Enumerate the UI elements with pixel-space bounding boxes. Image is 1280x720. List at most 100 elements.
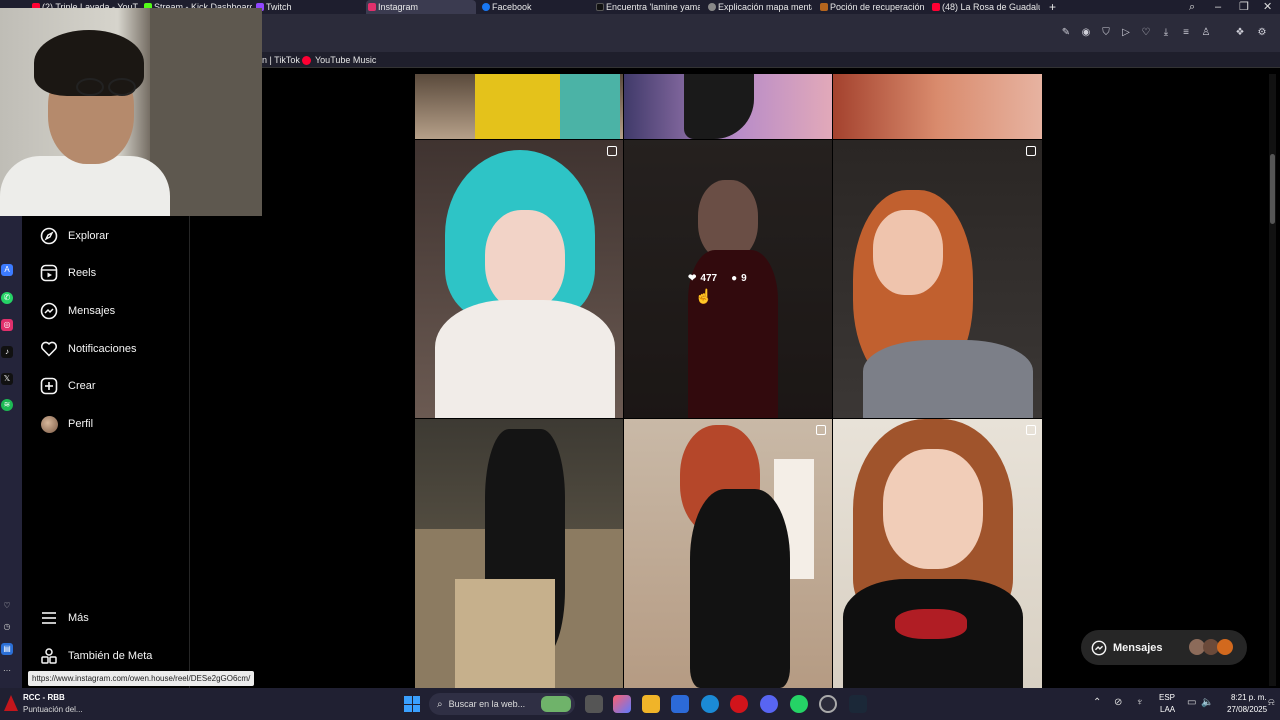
grid-post[interactable] bbox=[833, 419, 1042, 688]
grid-post[interactable] bbox=[624, 419, 832, 688]
link-status-url: https://www.instagram.com/owen.house/ree… bbox=[28, 671, 255, 686]
search-highlight-image bbox=[541, 696, 571, 712]
grid-post[interactable] bbox=[415, 419, 623, 688]
whatsapp-icon[interactable]: ✆ bbox=[1, 292, 13, 304]
task-view-icon[interactable] bbox=[585, 695, 603, 713]
grid-post[interactable] bbox=[624, 74, 832, 139]
tab-pocion[interactable]: Poción de recuperación d bbox=[818, 0, 924, 14]
copilot-icon[interactable] bbox=[613, 695, 631, 713]
search-icon: ⌕ bbox=[437, 698, 443, 710]
clock-date[interactable]: 27/08/2025 bbox=[1227, 705, 1267, 714]
tiktok-icon[interactable]: ♪ bbox=[1, 346, 13, 358]
restore-icon[interactable]: ❐ bbox=[1239, 0, 1249, 14]
shield-icon[interactable]: ⛉ bbox=[1100, 27, 1112, 39]
download-icon[interactable]: ⤓ bbox=[1160, 27, 1172, 39]
tab-facebook[interactable]: Facebook bbox=[480, 0, 586, 14]
glasses-lens bbox=[108, 78, 136, 96]
microphone-icon[interactable]: ♆ bbox=[1136, 697, 1144, 708]
clock-time[interactable]: 8:21 p. m. bbox=[1231, 693, 1267, 702]
cursor-hand-icon: ☝ bbox=[695, 288, 713, 304]
heart-icon[interactable]: ♡ bbox=[1, 600, 13, 612]
tab-mapa-mental[interactable]: Explicación mapa mental bbox=[706, 0, 812, 14]
nav-label: Mensajes bbox=[68, 305, 116, 317]
file-explorer-icon[interactable] bbox=[642, 695, 660, 713]
nav-explore[interactable]: Explorar bbox=[40, 225, 109, 247]
notifications-bell-icon[interactable]: ⍾ bbox=[1268, 697, 1275, 708]
close-icon[interactable]: ✕ bbox=[1263, 0, 1272, 14]
chatgpt-icon bbox=[708, 3, 716, 11]
x-icon[interactable]: 𝕏 bbox=[1, 373, 13, 385]
page-scrollbar[interactable] bbox=[1269, 74, 1276, 686]
nav-create[interactable]: Crear bbox=[40, 375, 96, 397]
grid-post[interactable] bbox=[833, 74, 1042, 139]
bookmark-tiktok[interactable]: n | TikTok bbox=[262, 52, 300, 68]
volume-icon[interactable]: 🔈 bbox=[1201, 697, 1213, 708]
language-code[interactable]: ESP bbox=[1159, 693, 1175, 702]
messenger-icon bbox=[1091, 640, 1107, 656]
settings-icon[interactable]: ⚙ bbox=[1256, 27, 1268, 39]
grid-post[interactable] bbox=[415, 74, 623, 139]
windows-start-icon[interactable] bbox=[404, 696, 420, 712]
nav-notifications[interactable]: Notificaciones bbox=[40, 338, 136, 360]
whatsapp-icon[interactable] bbox=[790, 695, 808, 713]
comments-count: 9 bbox=[741, 273, 747, 284]
nav-label: Notificaciones bbox=[68, 343, 137, 355]
bookmark-youtube-music[interactable]: YouTube Music bbox=[302, 52, 376, 68]
edge-icon[interactable] bbox=[701, 695, 719, 713]
notes-icon[interactable]: ▤ bbox=[1, 643, 13, 655]
notification-title: RCC - RBB bbox=[23, 693, 65, 702]
search-tabs-icon[interactable]: ⌕ bbox=[1189, 0, 1195, 14]
grid-post[interactable] bbox=[415, 140, 623, 418]
messages-floating-button[interactable]: Mensajes bbox=[1081, 630, 1247, 665]
minecraft-wiki-icon bbox=[820, 3, 828, 11]
obs-icon[interactable] bbox=[819, 695, 837, 713]
spotify-icon[interactable]: ≋ bbox=[1, 399, 13, 411]
nav-messages[interactable]: Mensajes bbox=[40, 300, 115, 322]
webcam-overlay bbox=[0, 8, 262, 216]
tab-twitch[interactable]: Twitch bbox=[254, 0, 354, 14]
new-tab-button[interactable]: + bbox=[1045, 0, 1061, 14]
screenshot-icon[interactable]: ◉ bbox=[1080, 27, 1092, 39]
tab-instagram[interactable]: Instagram bbox=[366, 0, 476, 14]
heart-icon[interactable]: ♡ bbox=[1140, 27, 1152, 39]
edit-icon[interactable]: ✎ bbox=[1060, 27, 1072, 39]
nav-reels[interactable]: Reels bbox=[40, 262, 96, 284]
network-off-icon[interactable]: ⊘ bbox=[1114, 697, 1122, 708]
minimize-icon[interactable]: – bbox=[1215, 0, 1221, 14]
bookmark-label: n | TikTok bbox=[262, 55, 300, 65]
heart-filled-icon: ❤ bbox=[688, 273, 697, 284]
grid-post[interactable] bbox=[833, 140, 1042, 418]
scrollbar-thumb[interactable] bbox=[1270, 154, 1275, 224]
tab-rosa-guadalupe[interactable]: (48) La Rosa de Guadalupe bbox=[930, 0, 1040, 14]
nav-label: Crear bbox=[68, 380, 96, 392]
aria-icon[interactable]: A bbox=[1, 264, 13, 276]
grid-post-hovered[interactable]: ❤ 477 ● 9 ☝ bbox=[624, 140, 832, 418]
nav-also-from-meta[interactable]: También de Meta bbox=[40, 645, 152, 667]
keyboard-layout[interactable]: LAA bbox=[1160, 705, 1175, 714]
extension-icon[interactable]: ❖ bbox=[1234, 27, 1246, 39]
youtube-icon bbox=[932, 3, 940, 11]
taskbar-search[interactable]: ⌕ Buscar en la web... bbox=[429, 693, 575, 715]
tab-tiktok-search[interactable]: Encuentra 'lamine yamal c bbox=[594, 0, 700, 14]
more-icon[interactable]: ⋯ bbox=[1, 665, 13, 677]
nav-more[interactable]: Más bbox=[40, 607, 89, 629]
menu-icon[interactable]: ≡ bbox=[1180, 27, 1192, 39]
nav-profile[interactable]: Perfil bbox=[40, 413, 93, 435]
account-icon[interactable]: ♙ bbox=[1200, 27, 1212, 39]
history-icon[interactable]: ◷ bbox=[1, 621, 13, 633]
reels-icon bbox=[40, 264, 58, 282]
post-stats: ❤ 477 ● 9 bbox=[688, 273, 747, 284]
tab-label: Twitch bbox=[266, 2, 292, 12]
store-icon[interactable] bbox=[671, 695, 689, 713]
steam-icon[interactable] bbox=[849, 695, 867, 713]
chevron-up-icon[interactable]: ⌃ bbox=[1093, 697, 1101, 708]
nav-label: Explorar bbox=[68, 230, 109, 242]
tab-label: Explicación mapa mental bbox=[718, 2, 812, 12]
tab-label: Facebook bbox=[492, 2, 532, 12]
discord-icon[interactable] bbox=[760, 695, 778, 713]
windows-taskbar bbox=[0, 688, 1280, 720]
instagram-icon[interactable]: ◎ bbox=[1, 319, 13, 331]
opera-gx-icon[interactable] bbox=[730, 695, 748, 713]
display-icon[interactable]: ▭ bbox=[1187, 697, 1196, 708]
play-icon[interactable]: ▷ bbox=[1120, 27, 1132, 39]
